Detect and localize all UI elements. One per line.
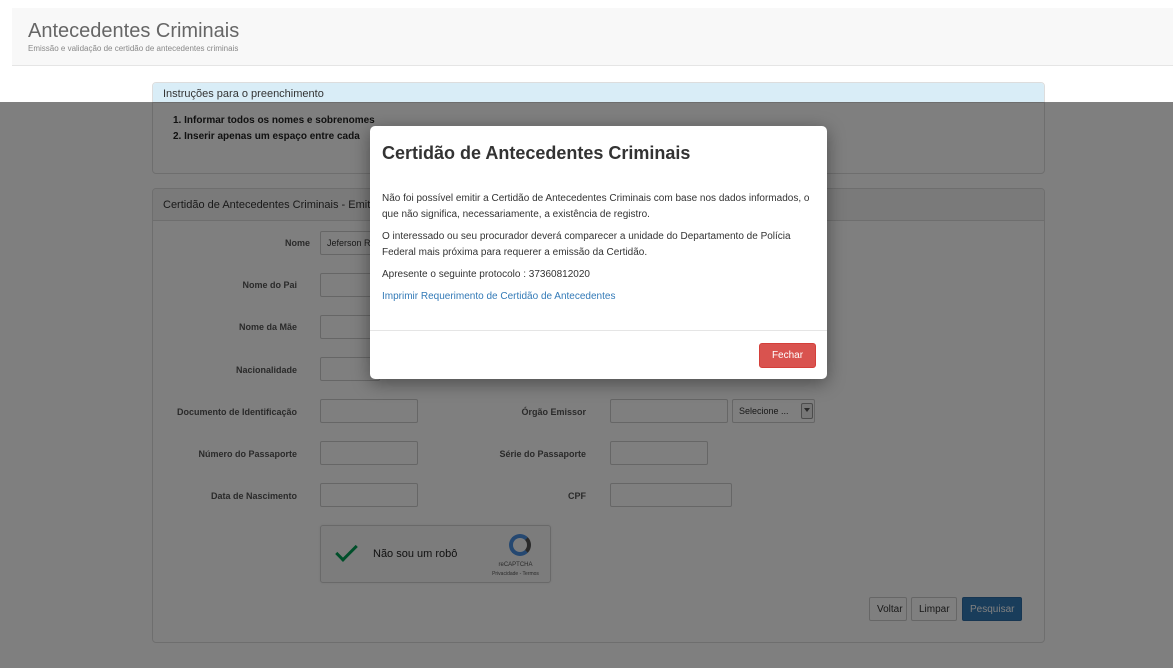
page-title: Antecedentes Criminais [28, 20, 240, 42]
result-modal: Certidão de Antecedentes Criminais Não f… [370, 126, 827, 379]
page-header: Antecedentes Criminais Emissão e validaç… [12, 8, 1173, 66]
modal-instruction: O interessado ou seu procurador deverá c… [382, 231, 791, 258]
modal-protocol: Apresente o seguinte protocolo : 3736081… [382, 269, 590, 280]
modal-message: Não foi possível emitir a Certidão de An… [382, 193, 810, 220]
modal-divider [370, 330, 827, 331]
fechar-button[interactable]: Fechar [759, 343, 816, 368]
instructions-heading: Instruções para o preenchimento [153, 83, 1044, 103]
page-subtitle: Emissão e validação de certidão de antec… [28, 44, 239, 53]
modal-body: Não foi possível emitir a Certidão de An… [382, 191, 812, 311]
print-request-link[interactable]: Imprimir Requerimento de Certidão de Ant… [382, 289, 812, 305]
modal-title: Certidão de Antecedentes Criminais [382, 143, 691, 163]
